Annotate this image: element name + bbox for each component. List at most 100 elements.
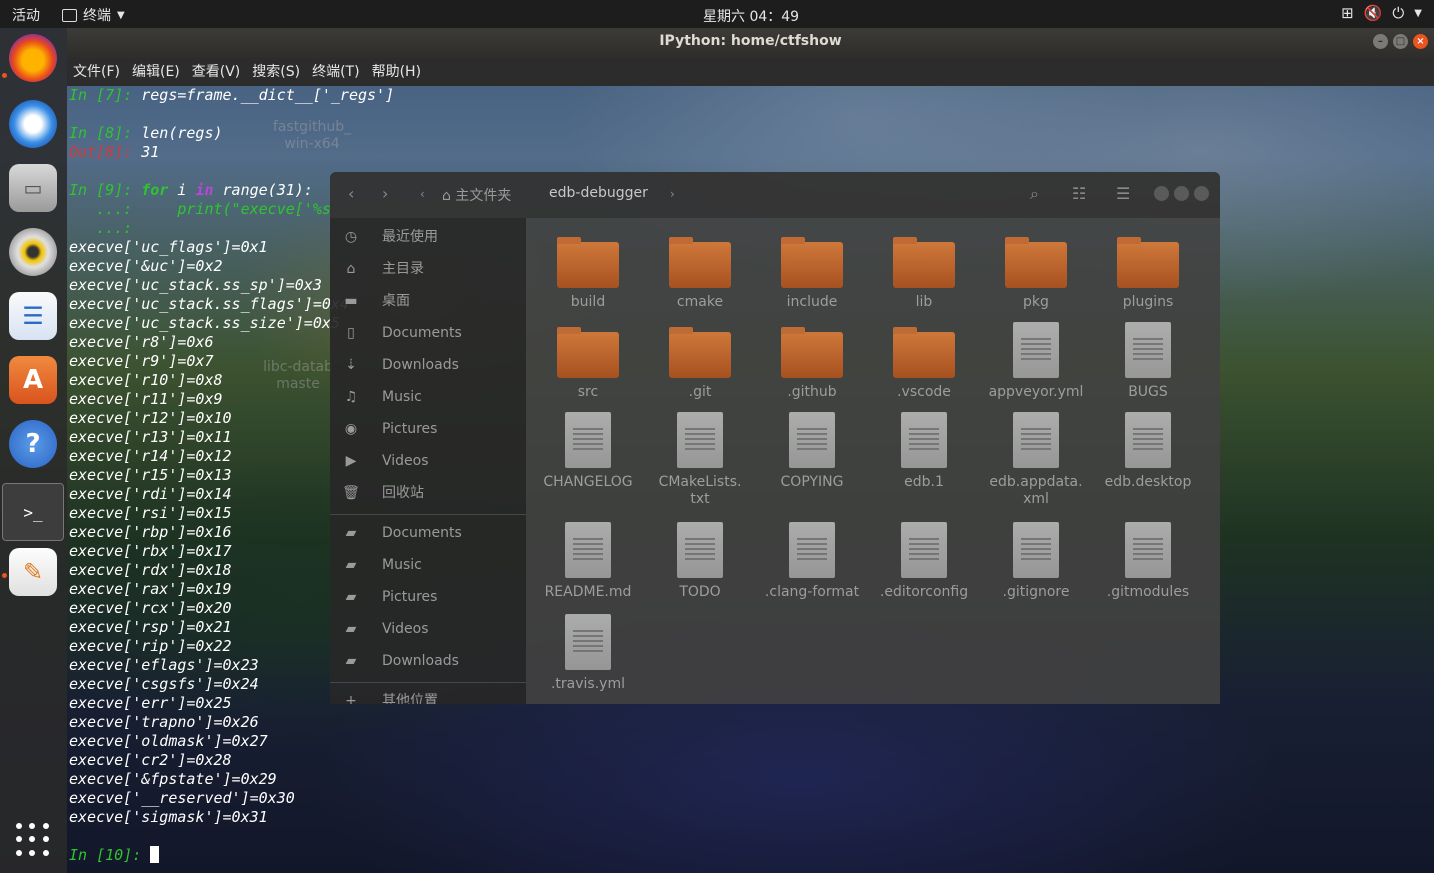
file-item[interactable]: .gitmodules — [1092, 522, 1204, 601]
item-label: .gitignore — [1002, 584, 1070, 600]
folder-item[interactable]: build — [532, 232, 644, 311]
file-item[interactable]: COPYING — [756, 412, 868, 491]
sidebar-item-label: Music — [382, 557, 422, 573]
minimize-icon[interactable] — [1154, 186, 1169, 201]
view-toggle-icon[interactable]: ☷ — [1072, 184, 1086, 203]
output-line: execve['rdx']=0x18 — [69, 561, 232, 579]
sidebar-item[interactable]: ◉ Pictures — [330, 414, 526, 444]
file-item[interactable]: .editorconfig — [868, 522, 980, 601]
folder-icon: ▰ — [345, 589, 357, 605]
sidebar-item[interactable]: ▰ Videos — [330, 614, 526, 644]
output-value: 31 — [141, 143, 160, 161]
sidebar-item[interactable]: ⌂ 主目录 — [330, 254, 526, 284]
power-icon: ⏻ — [1392, 4, 1405, 22]
sidebar-item[interactable]: ▶ Videos — [330, 446, 526, 476]
window-controls[interactable] — [1154, 186, 1210, 205]
breadcrumb-home-label: 主文件夹 — [455, 188, 512, 204]
sidebar-item[interactable]: 🗑 回收站 — [330, 478, 526, 508]
file-item[interactable]: CMakeLists. txt — [644, 412, 756, 508]
sidebar-item[interactable]: ▯ Documents — [330, 318, 526, 348]
sidebar-item[interactable]: ◷ 最近使用 — [330, 222, 526, 252]
terminal-icon[interactable]: >_ — [2, 483, 64, 541]
file-item[interactable]: .clang-format — [756, 522, 868, 601]
text-file-icon — [1125, 412, 1171, 468]
app-menu[interactable]: 终端 ▼ — [62, 5, 125, 25]
forward-arrow-icon[interactable]: › — [382, 184, 388, 203]
rhythmbox-icon[interactable] — [9, 228, 57, 276]
folder-icon — [669, 237, 731, 288]
menu-terminal[interactable]: 终端(T) — [312, 58, 359, 86]
menu-view[interactable]: 查看(V) — [192, 58, 241, 86]
minimize-button[interactable]: – — [1373, 34, 1388, 49]
sidebar-item[interactable]: ▰ Downloads — [330, 646, 526, 676]
sidebar-item[interactable]: ♫ Music — [330, 382, 526, 412]
folder-icon: ▰ — [345, 621, 357, 637]
thunderbird-icon[interactable] — [9, 100, 57, 148]
folder-item[interactable]: pkg — [980, 232, 1092, 311]
sidebar-item-label: Downloads — [382, 653, 459, 669]
desktop-icon: ▬ — [344, 293, 358, 309]
menu-edit[interactable]: 编辑(E) — [132, 58, 180, 86]
plus-icon: + — [345, 693, 357, 704]
output-line: execve['eflags']=0x23 — [69, 656, 259, 674]
breadcrumb-current[interactable]: edb-debugger — [549, 185, 648, 201]
file-item[interactable]: .travis.yml — [532, 614, 644, 693]
chevron-right-icon[interactable]: › — [670, 187, 675, 201]
show-applications-icon[interactable] — [16, 823, 50, 857]
help-icon[interactable]: ? — [9, 420, 57, 468]
firefox-icon[interactable] — [9, 34, 57, 82]
sidebar-item[interactable]: ▬ 桌面 — [330, 286, 526, 316]
menu-search[interactable]: 搜索(S) — [252, 58, 300, 86]
back-arrow-icon[interactable]: ‹ — [348, 184, 354, 203]
menu-help[interactable]: 帮助(H) — [372, 58, 421, 86]
close-icon[interactable] — [1194, 186, 1210, 201]
libreoffice-writer-icon[interactable]: ☰ — [9, 292, 57, 340]
maximize-button[interactable]: □ — [1393, 34, 1408, 49]
search-icon[interactable]: ⌕ — [1030, 184, 1039, 204]
folder-item[interactable]: plugins — [1092, 232, 1204, 311]
item-label: .git — [688, 384, 712, 400]
folder-item[interactable]: .git — [644, 322, 756, 401]
hamburger-menu-icon[interactable]: ☰ — [1116, 184, 1130, 203]
file-item[interactable]: CHANGELOG — [532, 412, 644, 491]
activities-button[interactable]: 活动 — [12, 5, 40, 25]
folder-item[interactable]: include — [756, 232, 868, 311]
output-line: execve['rdi']=0x14 — [69, 485, 232, 503]
breadcrumb-home[interactable]: ⌂ 主文件夹 — [442, 185, 511, 205]
file-item[interactable]: edb.1 — [868, 412, 980, 491]
trash-icon: 🗑 — [342, 485, 360, 501]
system-tray[interactable]: ⊞ 🔇 ⏻ ▼ — [1341, 4, 1422, 24]
item-label: pkg — [1023, 294, 1049, 310]
keyword-for: for — [141, 181, 169, 199]
file-item[interactable]: edb.appdata. xml — [980, 412, 1092, 508]
menu-file[interactable]: 文件(F) — [73, 58, 120, 86]
chevron-left-icon[interactable]: ‹ — [420, 187, 425, 201]
file-item[interactable]: TODO — [644, 522, 756, 601]
sidebar-item[interactable]: ▰ Documents — [330, 518, 526, 548]
item-label: src — [577, 384, 599, 400]
music-icon: ♫ — [344, 389, 358, 405]
file-item[interactable]: appveyor.yml — [980, 322, 1092, 401]
folder-item[interactable]: .github — [756, 322, 868, 401]
file-item[interactable]: README.md — [532, 522, 644, 601]
folder-item[interactable]: lib — [868, 232, 980, 311]
text-editor-icon[interactable]: ✎ — [9, 548, 57, 596]
output-line: execve['r8']=0x6 — [69, 333, 214, 351]
files-icon[interactable]: ▭ — [9, 164, 57, 212]
file-item[interactable]: .gitignore — [980, 522, 1092, 601]
maximize-icon[interactable] — [1174, 186, 1190, 201]
folder-item[interactable]: .vscode — [868, 322, 980, 401]
close-button[interactable]: × — [1413, 34, 1428, 49]
item-label: edb.appdata. xml — [989, 474, 1083, 507]
sidebar-item[interactable]: + 其他位置 — [330, 686, 526, 704]
file-item[interactable]: edb.desktop — [1092, 412, 1204, 491]
software-center-icon[interactable]: A — [9, 356, 57, 404]
window-titlebar[interactable]: IPython: home/ctfshow – □ × — [67, 28, 1434, 58]
sidebar-item[interactable]: ▰ Pictures — [330, 582, 526, 612]
clock[interactable]: 星期六 04：49 — [703, 6, 799, 26]
file-item[interactable]: BUGS — [1092, 322, 1204, 401]
sidebar-item[interactable]: ▰ Music — [330, 550, 526, 580]
folder-item[interactable]: cmake — [644, 232, 756, 311]
folder-item[interactable]: src — [532, 322, 644, 401]
sidebar-item[interactable]: ⇣ Downloads — [330, 350, 526, 380]
